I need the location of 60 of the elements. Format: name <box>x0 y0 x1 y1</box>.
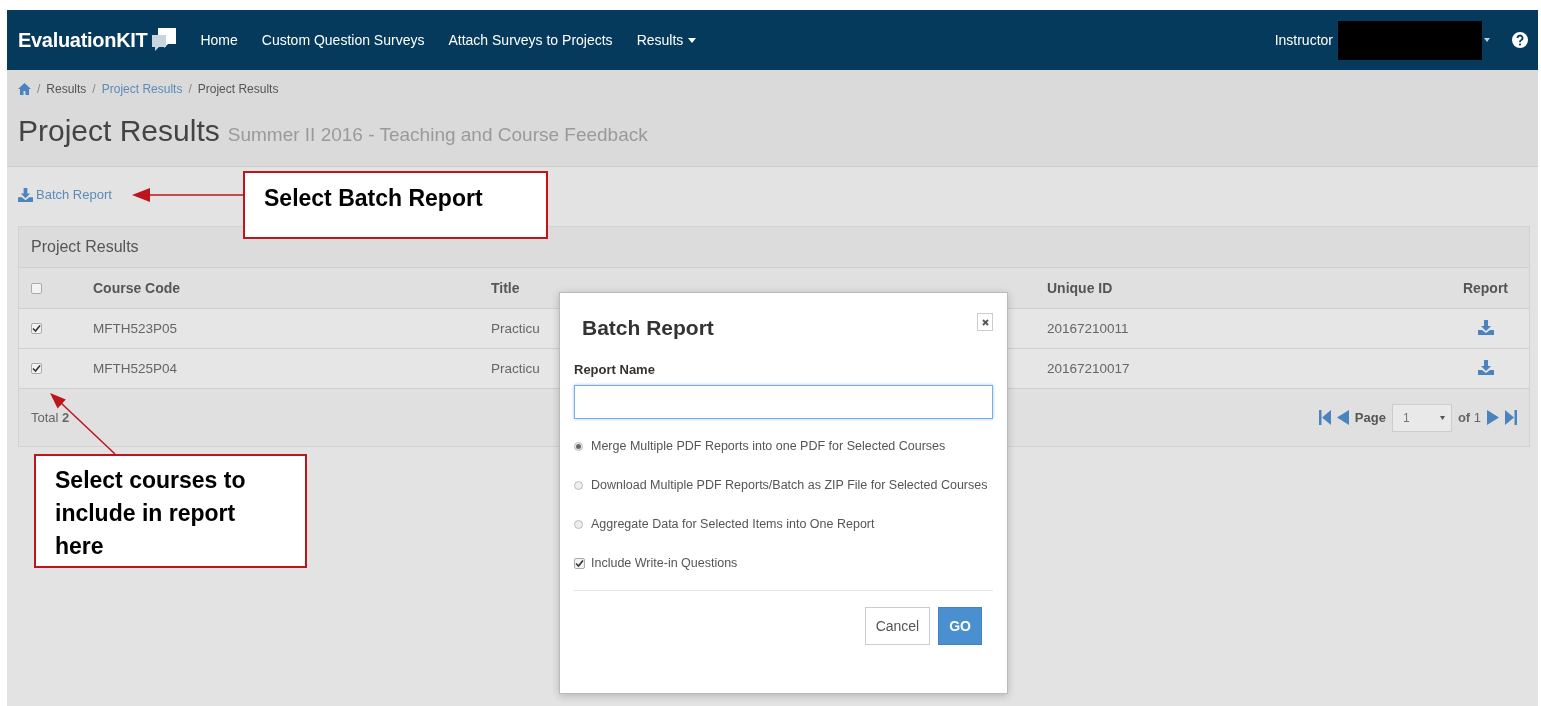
brand-logo-text: EvaluationKIT <box>18 28 148 52</box>
breadcrumb-separator: / <box>92 82 96 96</box>
help-icon[interactable] <box>1512 32 1528 48</box>
panel-title: Project Results <box>19 227 1529 268</box>
breadcrumb-item: Project Results <box>197 82 279 96</box>
checkbox[interactable] <box>31 323 42 334</box>
checkbox[interactable] <box>31 363 42 374</box>
page-label: Page <box>1354 410 1386 425</box>
next-page-icon[interactable] <box>1487 410 1499 425</box>
option-label: Aggregate Data for Selected Items into One Report <box>591 517 875 531</box>
table-cell: Practicu <box>491 361 540 376</box>
download-icon <box>18 187 33 202</box>
table-cell: Practicu <box>491 321 540 336</box>
last-page-icon[interactable] <box>1505 410 1517 425</box>
nav-link[interactable]: Home <box>200 32 238 48</box>
nav-link[interactable]: Results <box>636 32 697 48</box>
page-title: Project Results <box>18 114 220 148</box>
option-label: Merge Multiple PDF Reports into one PDF for Selected Courses <box>591 439 946 453</box>
table-cell: 20167210011 <box>1047 321 1129 336</box>
breadcrumb-separator: / <box>37 82 41 96</box>
download-icon[interactable] <box>1478 319 1494 335</box>
column-header: Course Code <box>93 280 181 296</box>
field-label: Report Name <box>574 362 656 377</box>
callout-box: Select courses to include in report here <box>34 454 307 568</box>
caret-icon[interactable] <box>1484 38 1490 42</box>
close-icon <box>981 318 989 326</box>
option-label: Download Multiple PDF Reports/Batch as ZIP File for Selected Courses <box>591 478 988 492</box>
page-count: of 1 <box>1457 410 1481 425</box>
first-page-icon[interactable] <box>1318 410 1331 425</box>
column-header: Report <box>1462 280 1509 296</box>
download-icon[interactable] <box>1478 359 1494 375</box>
report-name-field[interactable] <box>574 385 993 419</box>
total-count: Total 2 <box>31 410 70 425</box>
home-icon[interactable] <box>18 83 31 95</box>
nav-link[interactable]: Attach Surveys to Projects <box>448 32 613 48</box>
caret-icon <box>688 37 697 43</box>
checkbox[interactable] <box>574 557 585 569</box>
previous-page-icon[interactable] <box>1336 410 1349 425</box>
column-header: Title <box>491 280 520 296</box>
chat-bubbles-icon <box>152 26 179 54</box>
option-label: Include Write-in Questions <box>591 556 738 570</box>
table-cell: 20167210017 <box>1047 361 1130 376</box>
breadcrumb-item: Results <box>46 82 87 96</box>
radio-button[interactable] <box>574 519 583 529</box>
page-subtitle: Summer II 2016 - Teaching and Course Feedback <box>227 124 648 146</box>
radio-button[interactable] <box>574 480 583 490</box>
breadcrumb-separator: / <box>188 82 192 96</box>
caret-icon <box>1439 415 1445 420</box>
page-select[interactable]: 1 <box>1391 403 1452 432</box>
dialog-title: Batch Report <box>582 316 714 340</box>
table-cell: MFTH523P05 <box>93 321 178 336</box>
nav-link[interactable]: Custom Question Surveys <box>261 32 425 48</box>
user-role: Instructor <box>1274 32 1333 48</box>
checkbox[interactable] <box>31 282 42 294</box>
callout-box: Select Batch Report <box>243 171 548 239</box>
radio-button[interactable] <box>574 441 583 451</box>
column-header: Unique ID <box>1047 280 1113 296</box>
cancel-button[interactable]: Cancel <box>864 607 931 645</box>
table-cell: MFTH525P04 <box>93 361 178 376</box>
close-button[interactable] <box>977 313 993 331</box>
